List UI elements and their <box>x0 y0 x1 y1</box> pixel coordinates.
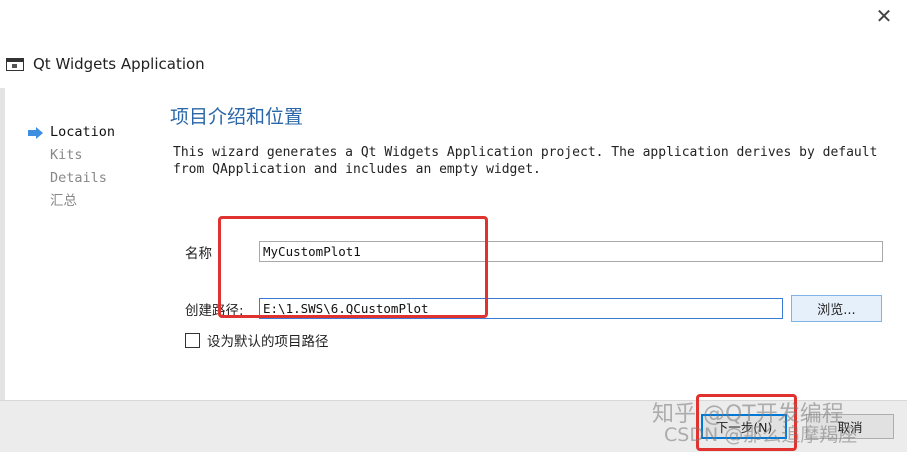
step-kits: Kits <box>28 144 115 167</box>
next-button-highlight-box <box>696 394 797 451</box>
default-path-checkbox[interactable] <box>185 332 200 348</box>
step-label: Location <box>50 124 116 140</box>
step-label: 汇总 <box>50 193 77 209</box>
application-window-icon <box>6 57 24 71</box>
close-icon[interactable]: ✕ <box>870 2 898 30</box>
sidebar-divider <box>0 88 5 400</box>
page-title: 项目介绍和位置 <box>170 106 304 128</box>
step-details: Details <box>28 167 115 190</box>
wizard-steps: Location Kits Details 汇总 <box>28 121 115 213</box>
highlight-annotation-box <box>218 216 488 318</box>
browse-button[interactable]: 浏览... <box>791 295 882 322</box>
step-summary: 汇总 <box>28 190 115 213</box>
step-location: Location <box>28 121 115 144</box>
default-path-checkbox-row[interactable]: 设为默认的项目路径 <box>185 330 329 350</box>
name-label: 名称 <box>185 246 212 262</box>
current-step-arrow-icon <box>28 126 50 139</box>
window-title: Qt Widgets Application <box>33 55 205 73</box>
step-label: Details <box>50 170 107 186</box>
cancel-button[interactable]: 取消 <box>806 414 894 439</box>
wizard-description: This wizard generates a Qt Widgets Appli… <box>173 145 878 177</box>
window-title-bar: Qt Widgets Application <box>6 52 205 76</box>
default-path-label: 设为默认的项目路径 <box>207 334 329 350</box>
step-label: Kits <box>50 147 83 163</box>
